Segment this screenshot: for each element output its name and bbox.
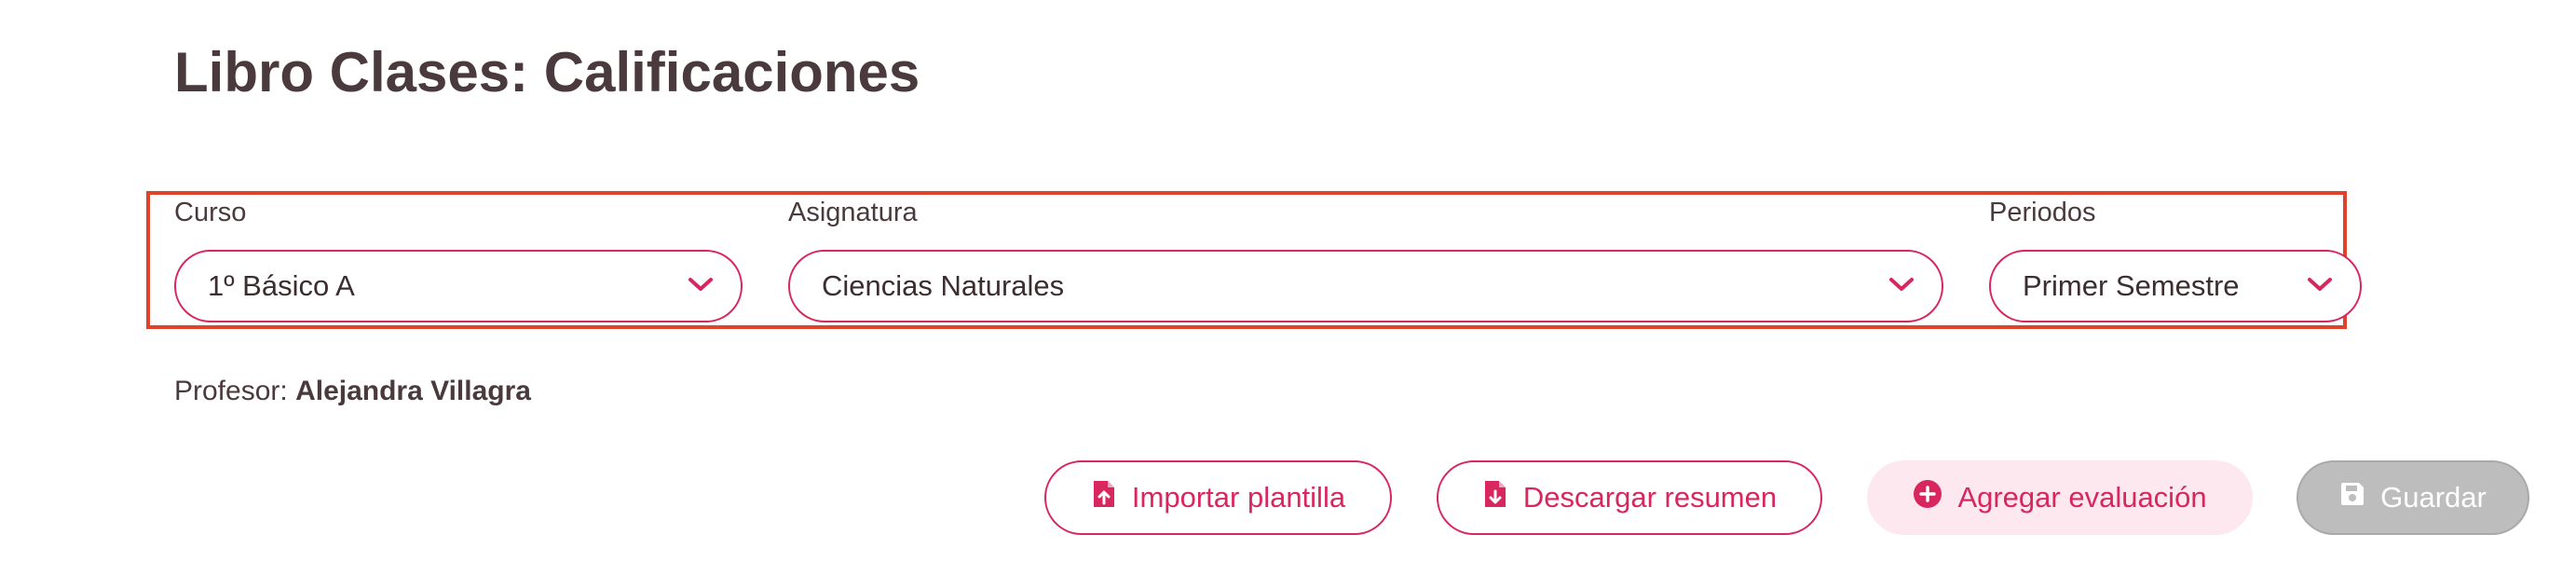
save-label: Guardar <box>2380 481 2487 514</box>
subject-select-value: Ciencias Naturales <box>822 269 1065 302</box>
plus-circle-icon <box>1913 479 1942 516</box>
add-evaluation-label: Agregar evaluación <box>1957 481 2207 514</box>
download-summary-button[interactable]: Descargar resumen <box>1437 460 1822 535</box>
import-template-button[interactable]: Importar plantilla <box>1044 460 1392 535</box>
teacher-name: Alejandra Villagra <box>295 376 531 406</box>
file-download-icon <box>1482 479 1508 516</box>
teacher-label: Profesor: <box>174 376 288 406</box>
subject-label: Asignatura <box>788 198 918 227</box>
period-label: Periodos <box>1989 198 2096 227</box>
period-select-value: Primer Semestre <box>2023 269 2240 302</box>
subject-select[interactable]: Ciencias Naturales <box>788 250 1943 322</box>
teacher-info: Profesor: Alejandra Villagra <box>174 375 531 408</box>
save-button[interactable]: Guardar <box>2297 460 2529 535</box>
add-evaluation-button[interactable]: Agregar evaluación <box>1867 460 2253 535</box>
chevron-down-icon <box>2306 275 2334 298</box>
save-icon <box>2339 481 2365 514</box>
file-import-icon <box>1091 479 1117 516</box>
course-select[interactable]: 1º Básico A <box>174 250 743 322</box>
import-template-label: Importar plantilla <box>1131 481 1346 514</box>
chevron-down-icon <box>687 275 715 298</box>
chevron-down-icon <box>1888 275 1915 298</box>
course-select-value: 1º Básico A <box>208 269 355 302</box>
period-select[interactable]: Primer Semestre <box>1989 250 2362 322</box>
course-label: Curso <box>174 198 247 227</box>
page-title: Libro Clases: Calificaciones <box>174 41 920 103</box>
download-summary-label: Descargar resumen <box>1522 481 1778 514</box>
